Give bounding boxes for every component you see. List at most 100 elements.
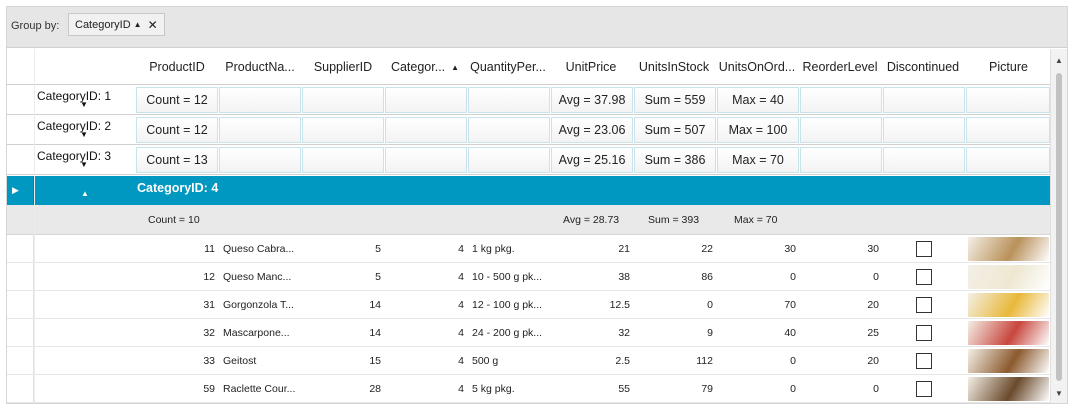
cell-unitsonorder: 0 [790,271,796,283]
products-grid: Group by: CategoryID ▲ ✕ ProductID Produ… [6,6,1068,404]
discontinued-checkbox[interactable] [916,325,932,341]
cell-unitsinstock: 86 [701,271,713,283]
header-unitsonorder[interactable]: UnitsOnOrd... [717,49,797,85]
cell-unitprice: 38 [618,271,630,283]
column-header-row: ProductID ProductNa... SupplierID Catego… [7,49,1051,85]
cell-quantityperunit: 10 - 500 g pk... [472,271,543,283]
header-reorderlevel[interactable]: ReorderLevel [800,49,880,85]
cell-productid: 31 [203,299,215,311]
header-picture[interactable]: Picture [966,49,1051,85]
cell-supplierid: 14 [369,327,381,339]
discontinued-checkbox[interactable] [916,241,932,257]
cell-quantityperunit: 5 kg pkg. [472,383,515,395]
empty-aggregate [302,117,384,143]
footer-count: Count = 10 [148,214,200,226]
empty-aggregate [302,87,384,113]
cell-unitprice: 55 [618,383,630,395]
cell-unitsinstock: 22 [701,243,713,255]
product-picture [968,377,1049,401]
cell-categoryid: 4 [458,299,464,311]
table-row[interactable]: 11 Queso Cabra... 5 4 1 kg pkg. 21 22 30… [7,235,1051,263]
row-indicator: ▶ [7,176,34,205]
header-productid[interactable]: ProductID [148,49,206,85]
table-row[interactable]: 33 Geitost 15 4 500 g 2.5 112 0 20 [7,347,1051,375]
cell-productid: 12 [203,271,215,283]
discontinued-checkbox[interactable] [916,269,932,285]
discontinued-checkbox[interactable] [916,381,932,397]
cell-unitsinstock: 0 [707,299,713,311]
header-quantityperunit[interactable]: QuantityPer... [468,49,548,85]
empty-aggregate [800,87,882,113]
cell-reorderlevel: 30 [867,243,879,255]
empty-aggregate [800,147,882,173]
close-icon[interactable]: ✕ [148,18,158,32]
cell-supplierid: 28 [369,383,381,395]
cell-unitprice: 12.5 [609,299,630,311]
scroll-up-icon[interactable]: ▲ [1055,56,1063,65]
table-row[interactable]: 32 Mascarpone... 14 4 24 - 200 g pk... 3… [7,319,1051,347]
chevron-down-icon[interactable]: ▼ [80,100,88,109]
cell-unitsonorder: 0 [790,355,796,367]
empty-aggregate [966,87,1050,113]
footer-avg: Avg = 28.73 [563,214,620,226]
empty-aggregate [219,147,301,173]
sum-aggregate: Sum = 386 [634,147,716,173]
empty-aggregate [966,147,1050,173]
cell-quantityperunit: 12 - 100 g pk... [472,299,543,311]
group-title: CategoryID: 3 [37,149,112,163]
chevron-down-icon[interactable]: ▼ [80,160,88,169]
cell-productname: Gorgonzola T... [223,299,295,311]
avg-aggregate: Avg = 23.06 [551,117,633,143]
cell-unitprice: 21 [618,243,630,255]
cell-supplierid: 14 [369,299,381,311]
sum-aggregate: Sum = 507 [634,117,716,143]
collapsed-group-row[interactable]: CategoryID: 3 ▼ Count = 13 Avg = 25.16 S… [7,145,1051,175]
cell-supplierid: 15 [369,355,381,367]
cell-reorderlevel: 0 [873,383,879,395]
empty-aggregate [385,87,467,113]
empty-aggregate [385,147,467,173]
cell-reorderlevel: 0 [873,271,879,283]
collapsed-group-row[interactable]: CategoryID: 1 ▼ Count = 12 Avg = 37.98 S… [7,85,1051,115]
header-supplierid[interactable]: SupplierID [303,49,383,85]
header-productname[interactable]: ProductNa... [220,49,300,85]
table-row[interactable]: 31 Gorgonzola T... 14 4 12 - 100 g pk...… [7,291,1051,319]
cell-productid: 33 [203,355,215,367]
cell-productid: 32 [203,327,215,339]
group-title: CategoryID: 4 [137,181,219,195]
row-indicator [7,375,34,402]
discontinued-checkbox[interactable] [916,353,932,369]
table-row[interactable]: 59 Raclette Cour... 28 4 5 kg pkg. 55 79… [7,375,1051,403]
empty-aggregate [800,117,882,143]
group-title: CategoryID: 2 [37,119,112,133]
cell-productname: Mascarpone... [223,327,290,339]
group-chip-categoryid[interactable]: CategoryID ▲ ✕ [68,13,165,36]
scroll-down-icon[interactable]: ▼ [1055,389,1063,398]
header-discontinued[interactable]: Discontinued [883,49,963,85]
product-picture [968,293,1049,317]
header-unitsinstock[interactable]: UnitsInStock [634,49,714,85]
expanded-group-header[interactable]: ▶ ▲ CategoryID: 4 [7,176,1051,205]
empty-aggregate [883,117,965,143]
cell-productname: Raclette Cour... [223,383,296,395]
table-row[interactable]: 12 Queso Manc... 5 4 10 - 500 g pk... 38… [7,263,1051,291]
cell-quantityperunit: 24 - 200 g pk... [472,327,543,339]
discontinued-checkbox[interactable] [916,297,932,313]
empty-aggregate [468,147,550,173]
cell-unitsonorder: 40 [784,327,796,339]
cell-categoryid: 4 [458,327,464,339]
header-categoryid[interactable]: Categor... ▲ [385,49,465,85]
chevron-up-icon[interactable]: ▲ [81,189,89,198]
cell-reorderlevel: 25 [867,327,879,339]
group-footer-row: Count = 10 Avg = 28.73 Sum = 393 Max = 7… [7,205,1051,235]
collapsed-group-row[interactable]: CategoryID: 2 ▼ Count = 12 Avg = 23.06 S… [7,115,1051,145]
scroll-thumb[interactable] [1056,73,1062,381]
empty-aggregate [468,117,550,143]
cell-productname: Geitost [223,355,257,367]
header-unitprice[interactable]: UnitPrice [551,49,631,85]
chevron-down-icon[interactable]: ▼ [80,130,88,139]
row-indicator [7,319,34,346]
sort-ascending-icon[interactable]: ▲ [134,20,142,29]
cell-unitprice: 32 [618,327,630,339]
vertical-scrollbar[interactable]: ▲ ▼ [1050,49,1067,403]
